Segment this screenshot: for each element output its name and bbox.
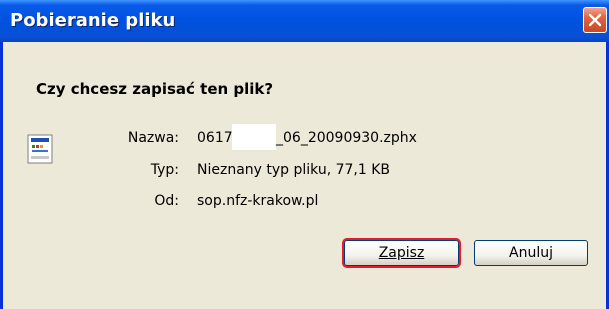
- save-button[interactable]: Zapisz: [344, 240, 459, 266]
- from-label: Od:: [154, 193, 179, 209]
- name-label: Nazwa:: [127, 130, 179, 146]
- file-icon: [27, 134, 53, 164]
- title-bar[interactable]: Pobieranie pliku: [0, 0, 609, 42]
- cancel-button[interactable]: Anuluj: [474, 240, 588, 266]
- file-download-dialog: Pobieranie pliku Czy chcesz zapisać ten …: [0, 0, 609, 309]
- close-icon: [588, 13, 602, 27]
- file-source-value: sop.nfz-krakow.pl: [197, 193, 319, 209]
- cancel-button-label: Anuluj: [509, 245, 553, 261]
- close-button[interactable]: [583, 7, 607, 33]
- window-title: Pobieranie pliku: [10, 10, 176, 31]
- dialog-question: Czy chcesz zapisać ten plik?: [36, 80, 274, 98]
- redacted-area: [232, 124, 276, 150]
- file-name-prefix: 0617: [197, 130, 233, 146]
- type-label: Typ:: [150, 162, 179, 178]
- file-type-value: Nieznany typ pliku, 77,1 KB: [197, 162, 391, 178]
- save-button-label: Zapisz: [378, 245, 425, 261]
- file-name-suffix: _06_20090930.zphx: [276, 130, 417, 146]
